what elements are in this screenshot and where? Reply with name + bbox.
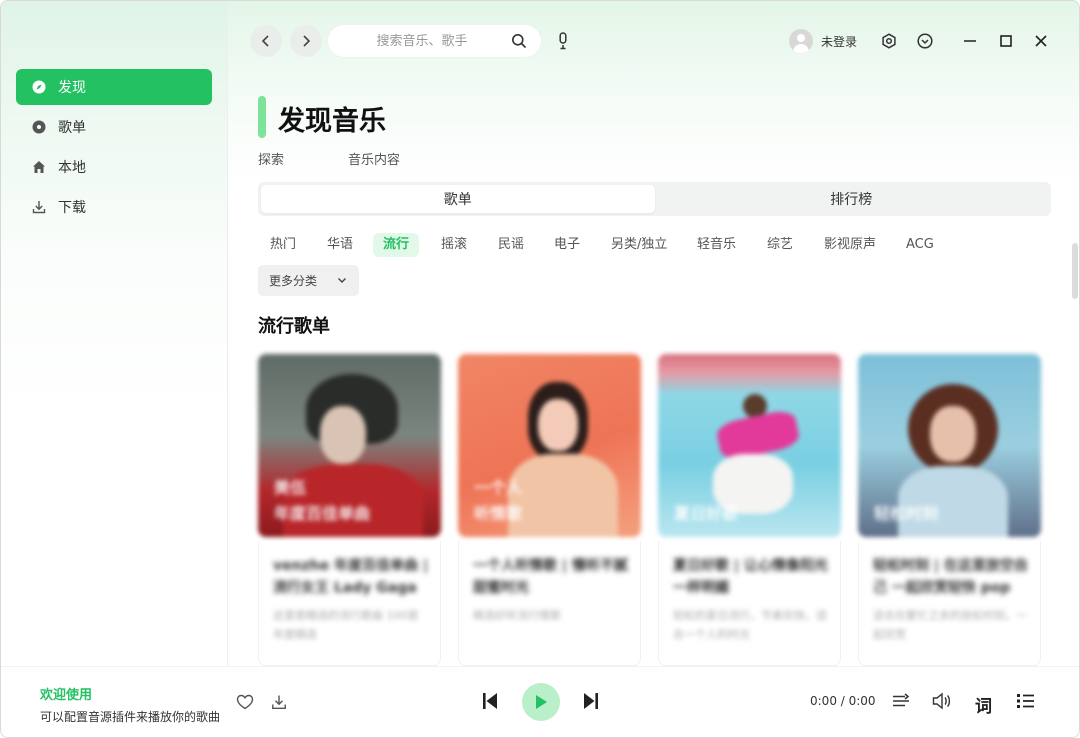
heart-icon[interactable] — [236, 694, 254, 710]
playlist-desc: 轻松的夏日流行，节奏欢快，适合一个人的时光 — [673, 609, 827, 641]
playlist-info: 夏日好歌 | 让心情像阳光 一样明媚 轻松的夏日流行，节奏欢快，适合一个人的时光 — [658, 541, 841, 666]
close-icon[interactable] — [1032, 32, 1050, 50]
playback-time: 0:00 / 0:00 — [810, 694, 876, 708]
tag-light-music[interactable]: 轻音乐 — [687, 233, 746, 257]
tag-acg[interactable]: ACG — [896, 233, 944, 257]
microphone-icon[interactable] — [556, 32, 570, 54]
tab-charts[interactable]: 排行榜 — [655, 185, 1049, 213]
page-title: 发现音乐 — [278, 106, 386, 137]
player-bar: 欢迎使用 可以配置音源插件来播放你的歌曲 0:00 / 0:00 词 — [1, 666, 1079, 737]
sidebar-item-discover[interactable]: 发现 — [16, 69, 212, 105]
playlist-info: venzhe 年度百佳单曲 | 流行女王 Lady Gaga 这里是精选的流行歌… — [258, 541, 441, 666]
user-label: 未登录 — [821, 34, 858, 49]
sidebar-item-label: 发现 — [58, 80, 86, 96]
playlist-title: 轻松时刻 | 在这里放空自己 一起欣赏轻快 pop — [873, 558, 1028, 596]
section-title: 流行歌单 — [258, 316, 330, 337]
download-icon — [32, 200, 46, 214]
tag-pop[interactable]: 流行 — [373, 233, 420, 257]
next-track-icon[interactable] — [583, 692, 599, 710]
playlist-queue-icon[interactable] — [1016, 692, 1035, 710]
scrollbar-thumb[interactable] — [1072, 243, 1078, 299]
sidebar-nav: 发现 歌单 本地 下载 — [16, 69, 212, 229]
sidebar-item-local[interactable]: 本地 — [16, 149, 212, 185]
user-login[interactable]: 未登录 — [789, 29, 857, 53]
segment-control: 歌单 排行榜 — [258, 182, 1051, 216]
back-button[interactable] — [250, 25, 282, 57]
sidebar-item-label: 歌单 — [58, 120, 86, 136]
cover-overlay-text: 夏日好歌 — [674, 504, 739, 523]
playlist-desc: 精选好听流行情歌 — [473, 609, 561, 622]
lyrics-icon[interactable]: 词 — [975, 692, 992, 717]
playlist-card[interactable]: 轻松时刻 轻松时刻 | 在这里放空自己 一起欣赏轻快 pop 适合在繁忙之余的放… — [858, 354, 1041, 666]
tag-rock[interactable]: 摇滚 — [431, 233, 477, 257]
cover-overlay-text: 轻松时刻 — [874, 504, 939, 523]
search-input[interactable] — [342, 25, 502, 57]
tag-chinese[interactable]: 华语 — [317, 233, 363, 257]
playlist-info: 轻松时刻 | 在这里放空自己 一起欣赏轻快 pop 适合在繁忙之余的放松时刻，一… — [858, 541, 1041, 666]
search-box — [328, 25, 541, 57]
chevron-left-icon — [261, 35, 269, 47]
playlist-desc: 适合在繁忙之余的放松时刻，一起欣赏 — [873, 609, 1027, 641]
tag-variety[interactable]: 综艺 — [757, 233, 803, 257]
playlist-info: 一个人听情歌 | 慢听不腻 甜蜜时光 精选好听流行情歌 — [458, 541, 641, 666]
playlist-cover: 轻松时刻 — [858, 354, 1041, 537]
volume-icon[interactable] — [932, 692, 952, 710]
sidebar-item-label: 本地 — [58, 160, 86, 176]
welcome-title: 欢迎使用 — [40, 688, 93, 703]
download-icon[interactable] — [271, 694, 287, 710]
playlist-desc: 这里是精选的流行歌曲 100首年度精选 — [273, 609, 419, 641]
tag-indie[interactable]: 另类/独立 — [601, 233, 677, 257]
playlist-title: 一个人听情歌 | 慢听不腻 甜蜜时光 — [473, 558, 628, 596]
compass-icon — [32, 80, 46, 94]
maximize-icon[interactable] — [997, 32, 1015, 50]
disc-icon — [32, 120, 46, 134]
avatar — [789, 29, 813, 53]
tag-folk[interactable]: 民谣 — [488, 233, 534, 257]
home-icon — [32, 160, 46, 174]
welcome-hint: 可以配置音源插件来播放你的歌曲 — [40, 710, 221, 724]
play-icon — [536, 695, 547, 709]
subnav-explore[interactable]: 探索 — [258, 149, 284, 168]
collapse-icon[interactable] — [916, 32, 934, 50]
play-button[interactable] — [522, 683, 560, 721]
more-categories-button[interactable]: 更多分类 — [258, 265, 359, 296]
forward-button[interactable] — [290, 25, 322, 57]
title-accent-bar — [258, 96, 266, 138]
settings-icon[interactable] — [880, 32, 898, 50]
previous-track-icon[interactable] — [482, 692, 498, 710]
sidebar-item-playlist[interactable]: 歌单 — [16, 109, 212, 145]
playlist-title: venzhe 年度百佳单曲 | 流行女王 Lady Gaga — [273, 558, 429, 596]
play-mode-icon[interactable] — [892, 693, 910, 709]
more-categories-label: 更多分类 — [269, 274, 318, 288]
sidebar-item-label: 下载 — [58, 200, 86, 216]
playlist-card[interactable]: 夏日好歌 夏日好歌 | 让心情像阳光 一样明媚 轻松的夏日流行，节奏欢快，适合一… — [658, 354, 841, 666]
cover-overlay-text: 美伍 年度百佳单曲 — [274, 478, 371, 523]
search-icon[interactable] — [511, 33, 527, 53]
subnav-music-content[interactable]: 音乐内容 — [348, 149, 400, 168]
playlist-cover: 夏日好歌 — [658, 354, 841, 537]
tag-soundtrack[interactable]: 影视原声 — [814, 233, 886, 257]
sidebar-item-download[interactable]: 下载 — [16, 189, 212, 225]
chevron-right-icon — [303, 35, 311, 47]
playlist-card[interactable]: 一个人 听情歌 一个人听情歌 | 慢听不腻 甜蜜时光 精选好听流行情歌 — [458, 354, 641, 666]
sidebar: 发现 歌单 本地 下载 — [1, 1, 228, 666]
app-window: 发现 歌单 本地 下载 搜索音乐、歌手 未登录 发现音乐 探索 音乐内容 歌单 … — [0, 0, 1080, 738]
tag-electronic[interactable]: 电子 — [544, 233, 590, 257]
playlist-title: 夏日好歌 | 让心情像阳光 一样明媚 — [673, 558, 828, 596]
minimize-icon[interactable] — [961, 32, 979, 50]
chevron-down-icon — [337, 274, 347, 288]
playlist-card[interactable]: 美伍 年度百佳单曲 venzhe 年度百佳单曲 | 流行女王 Lady Gaga … — [258, 354, 441, 666]
cover-overlay-text: 一个人 听情歌 — [474, 478, 523, 523]
playlist-cover: 一个人 听情歌 — [458, 354, 641, 537]
playlist-cover: 美伍 年度百佳单曲 — [258, 354, 441, 537]
tag-hot[interactable]: 热门 — [260, 233, 306, 257]
tab-playlists[interactable]: 歌单 — [261, 185, 655, 213]
